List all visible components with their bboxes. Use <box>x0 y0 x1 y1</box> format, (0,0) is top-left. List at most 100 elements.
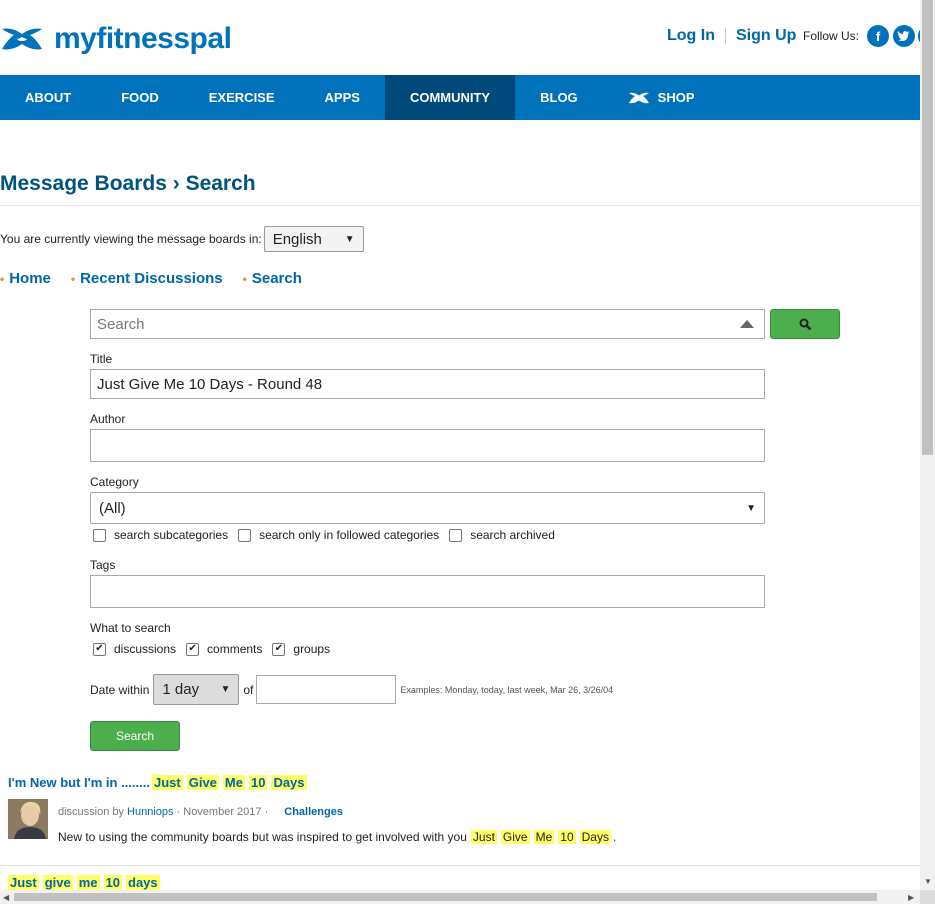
search-input[interactable]: Search <box>90 309 765 339</box>
what-to-search-label: What to search <box>90 621 171 635</box>
chevron-down-icon: ▼ <box>220 684 231 695</box>
result-title-link[interactable]: I'm New but I'm in ........ Just Give Me… <box>8 775 309 790</box>
search-submit-button[interactable] <box>770 309 840 339</box>
tags-field[interactable] <box>90 575 765 608</box>
twitter-icon[interactable] <box>893 25 915 47</box>
highlight: Give <box>500 830 530 844</box>
nav-shop[interactable]: SHOP <box>603 75 720 120</box>
nav-apps[interactable]: APPS <box>300 75 385 120</box>
author-field[interactable] <box>90 429 765 462</box>
bullet-icon: • <box>242 271 247 286</box>
highlight: 10 <box>103 875 123 890</box>
date-range-select[interactable]: 1 day ▼ <box>153 674 240 705</box>
title-divider <box>0 205 920 206</box>
date-row: Date within 1 day ▼ of Examples: Monday,… <box>90 674 613 705</box>
scroll-down-icon[interactable]: ▼ <box>924 877 932 886</box>
locale-select[interactable]: English ▼ <box>263 226 364 252</box>
snippet-suffix: . <box>612 830 617 844</box>
logo-text: myfitnesspal <box>54 22 232 55</box>
locale-row: You are currently viewing the message bo… <box>0 226 364 252</box>
followed-categories-checkbox[interactable] <box>238 528 252 542</box>
highlight: Just <box>151 775 183 790</box>
divider <box>724 28 726 44</box>
archived-checkbox[interactable] <box>449 528 463 542</box>
subcategories-label: search subcategories <box>114 528 229 542</box>
what-to-search-options: ✔ discussions ✔ comments ✔ groups <box>93 642 340 656</box>
title-field[interactable]: Just Give Me 10 Days - Round 48 <box>90 369 765 399</box>
result-meta: discussion by Hunniops · November 2017 ·… <box>58 806 343 818</box>
category-value: (All) <box>99 499 126 517</box>
comments-checkbox[interactable]: ✔ <box>186 642 200 656</box>
nav-exercise[interactable]: EXERCISE <box>184 75 300 120</box>
vertical-scrollbar-thumb[interactable] <box>922 0 933 455</box>
date-of-label: of <box>243 682 254 697</box>
link-recent-discussions[interactable]: • Recent Discussions <box>71 270 223 287</box>
category-select[interactable]: (All) ▼ <box>90 492 765 524</box>
search-button[interactable]: Search <box>90 721 180 751</box>
avatar-image <box>8 799 48 839</box>
chevron-down-icon: ▼ <box>344 233 355 245</box>
snippet-prefix: New to using the community boards but wa… <box>58 830 467 844</box>
search-icon <box>799 318 811 330</box>
link-home-label: Home <box>9 270 51 287</box>
highlight: Days <box>271 775 307 790</box>
result-type: discussion by <box>58 806 125 818</box>
chevron-down-icon: ▼ <box>746 502 756 514</box>
date-field[interactable] <box>256 675 397 704</box>
login-link[interactable]: Log In <box>667 27 715 45</box>
result-category-link[interactable]: Challenges <box>284 806 343 818</box>
horizontal-scrollbar-thumb[interactable] <box>14 893 877 901</box>
scrollbar-corner <box>920 890 935 904</box>
page: myfitnesspal Log In Sign Up Follow Us: f… <box>0 0 920 890</box>
nav-community[interactable]: COMMUNITY <box>384 75 516 120</box>
collapse-arrow-icon[interactable] <box>740 320 754 328</box>
bullet-icon: • <box>70 271 76 286</box>
board-links: • Home • Recent Discussions • Search <box>0 270 322 287</box>
scroll-right-icon[interactable]: ▶ <box>908 893 914 902</box>
nav-food[interactable]: FOOD <box>96 75 184 120</box>
main-nav: ABOUT FOOD EXERCISE APPS COMMUNITY BLOG … <box>0 75 920 120</box>
nav-shop-label: SHOP <box>657 90 695 105</box>
highlight: Give <box>186 775 219 790</box>
nav-blog[interactable]: BLOG <box>515 75 603 120</box>
tags-label: Tags <box>90 558 116 572</box>
under-armour-icon <box>628 92 649 103</box>
groups-checkbox[interactable]: ✔ <box>272 642 286 656</box>
result-title-link[interactable]: Just give me 10 days <box>8 875 162 890</box>
link-home[interactable]: • Home <box>0 270 51 287</box>
highlight: days <box>126 875 160 890</box>
locale-label: You are currently viewing the message bo… <box>0 232 262 246</box>
category-label: Category <box>90 475 139 489</box>
category-options: search subcategories search only in foll… <box>93 528 565 542</box>
highlight: 10 <box>248 775 268 790</box>
title-label: Title <box>90 352 113 366</box>
nav-about[interactable]: ABOUT <box>0 75 96 120</box>
link-search[interactable]: • Search <box>243 270 302 287</box>
highlight: Days <box>579 830 611 844</box>
date-hint: Examples: Monday, today, last week, Mar … <box>400 684 614 695</box>
groups-label: groups <box>293 642 331 656</box>
locale-value: English <box>272 230 322 248</box>
facebook-glyph: f <box>875 28 881 44</box>
highlight: Just <box>8 875 39 890</box>
result-author-link[interactable]: Hunniops <box>127 806 173 818</box>
top-bar: myfitnesspal Log In Sign Up Follow Us: f <box>0 0 920 75</box>
scroll-left-icon[interactable]: ◀ <box>3 893 9 902</box>
facebook-icon[interactable]: f <box>867 25 889 47</box>
date-range-value: 1 day <box>162 681 200 698</box>
result-divider <box>0 865 920 866</box>
bullet-icon: • <box>0 271 5 286</box>
highlight: 10 <box>558 830 576 844</box>
subcategories-checkbox[interactable] <box>93 528 106 542</box>
highlight: give <box>42 875 73 890</box>
search-button-label: Search <box>115 729 155 743</box>
result-date: · November 2017 · <box>176 806 269 818</box>
signup-link[interactable]: Sign Up <box>736 27 796 45</box>
logo[interactable]: myfitnesspal <box>0 22 232 56</box>
discussions-label: discussions <box>114 642 177 656</box>
author-label: Author <box>90 412 126 426</box>
followed-categories-label: search only in followed categories <box>259 528 440 542</box>
discussions-checkbox[interactable]: ✔ <box>93 642 106 656</box>
date-within-label: Date within <box>90 682 150 697</box>
avatar[interactable] <box>8 799 48 839</box>
